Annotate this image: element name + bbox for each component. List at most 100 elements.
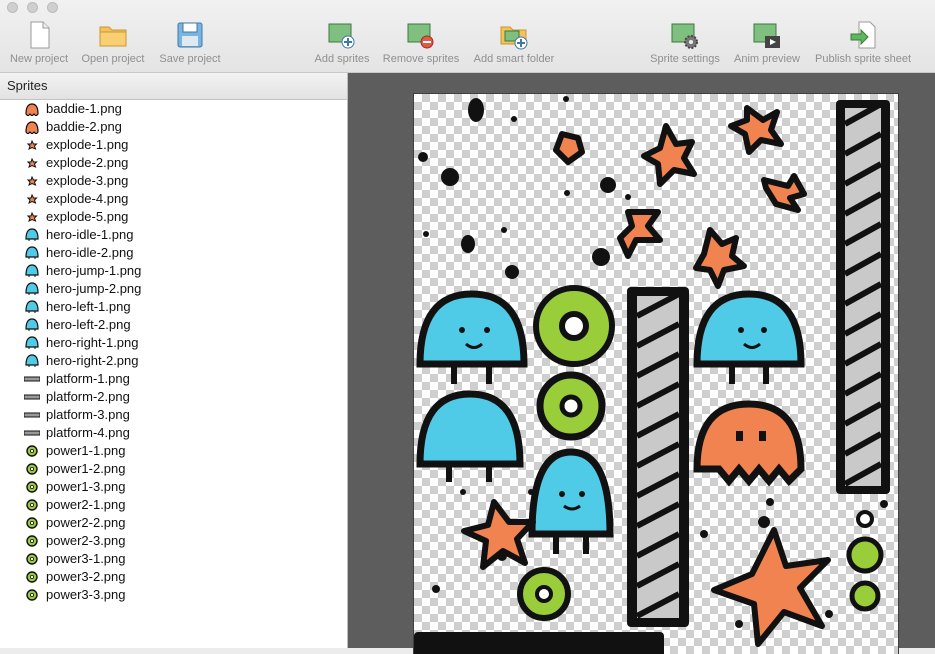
add-smart-folder-button[interactable]: Add smart folder [468,18,560,70]
sprite-filename: explode-3.png [46,173,129,188]
remove-sprites-label: Remove sprites [382,53,460,65]
sprite-list-item[interactable]: explode-3.png [0,172,347,190]
hero-sprite [693,290,805,384]
sprite-list-item[interactable]: hero-idle-2.png [0,244,347,262]
sprite-list-item[interactable]: power2-2.png [0,514,347,532]
power-sprite [846,510,884,612]
close-window-button[interactable] [7,2,18,13]
hero-icon [24,246,40,260]
sprite-list-item[interactable]: power1-3.png [0,478,347,496]
save-project-button[interactable]: Save project [154,18,226,70]
sprite-list-item[interactable]: explode-2.png [0,154,347,172]
platform-icon [23,426,41,440]
power-icon [24,498,40,512]
sprite-settings-label: Sprite settings [650,53,720,65]
explode-icon [24,210,40,224]
film-strip-icon [753,23,780,48]
sprite-filename: power1-1.png [46,443,126,458]
sprites-sidebar: Sprites baddie-1.png baddie-2.png explode-… [0,73,348,648]
sprite-filename: power2-3.png [46,533,126,548]
hero-sprite [528,448,614,554]
sprite-list-item[interactable]: power3-3.png [0,586,347,604]
sprite-list-item[interactable]: hero-right-1.png [0,334,347,352]
anim-preview-button[interactable]: Anim preview [729,18,805,70]
power-icon [24,570,40,584]
sprite-filename: power2-2.png [46,515,126,530]
sprite-list-item[interactable]: explode-1.png [0,136,347,154]
sprite-list-item[interactable]: hero-jump-2.png [0,280,347,298]
sprite-list-item[interactable]: hero-jump-1.png [0,262,347,280]
sprite-list-item[interactable]: hero-left-1.png [0,298,347,316]
sprite-filename: hero-jump-1.png [46,263,142,278]
sprite-list-item[interactable]: power3-1.png [0,550,347,568]
sprite-sheet-preview[interactable] [414,94,898,654]
hero-icon [24,318,40,332]
sprite-filename: explode-5.png [46,209,129,224]
sprite-list-item[interactable]: platform-2.png [0,388,347,406]
explode-icon [24,156,40,170]
sprite-list-item[interactable]: hero-right-2.png [0,352,347,370]
baddie-sprite [693,400,805,487]
sprite-list-item[interactable]: platform-3.png [0,406,347,424]
power-icon [24,480,40,494]
folder-icon [99,26,127,47]
explode-icon [24,138,40,152]
hero-sprite [416,290,528,384]
sprite-filename: platform-2.png [46,389,130,404]
baddie-icon [24,102,40,117]
power-icon [24,444,40,458]
platform-sprite [414,632,664,654]
power-sprite [533,285,615,367]
sprite-filename: platform-1.png [46,371,130,386]
sprite-list-item[interactable]: baddie-1.png [0,100,347,118]
sprite-filename: platform-3.png [46,407,130,422]
power-sprite [536,371,606,441]
sprite-filename: hero-left-1.png [46,299,131,314]
sprite-list-item[interactable]: baddie-2.png [0,118,347,136]
sprite-list-item[interactable]: explode-5.png [0,208,347,226]
publish-sprite-sheet-button[interactable]: Publish sprite sheet [808,18,918,70]
sprite-filename: explode-4.png [46,191,129,206]
new-project-button[interactable]: New project [5,18,73,70]
power-icon [24,588,40,602]
sprite-filename: power3-2.png [46,569,126,584]
sprite-filename: baddie-1.png [46,101,122,116]
sprite-list-item[interactable]: platform-4.png [0,424,347,442]
hero-icon [24,228,40,242]
remove-sprites-button[interactable]: Remove sprites [378,18,464,70]
new-project-label: New project [9,53,69,65]
sprite-list-item[interactable]: power2-1.png [0,496,347,514]
save-project-label: Save project [159,53,221,65]
sprite-list-item[interactable]: power1-1.png [0,442,347,460]
open-project-button[interactable]: Open project [77,18,149,70]
minimize-window-button[interactable] [27,2,38,13]
sprite-filename: explode-2.png [46,155,129,170]
zoom-window-button[interactable] [47,2,58,13]
sprite-list-item[interactable]: power3-2.png [0,568,347,586]
hero-icon [24,336,40,350]
sprite-filename: hero-idle-2.png [46,245,134,260]
sprite-filename: power3-1.png [46,551,126,566]
hero-icon [24,300,40,314]
sprite-filename: explode-1.png [46,137,129,152]
power-icon [24,516,40,530]
sprites-header: Sprites [0,73,347,100]
baddie-icon [24,120,40,135]
sprite-list-item[interactable]: power1-2.png [0,460,347,478]
publish-sprite-sheet-label: Publish sprite sheet [815,53,911,65]
sprite-list-item[interactable]: platform-1.png [0,370,347,388]
power-icon [24,462,40,476]
sprite-filename: baddie-2.png [46,119,122,134]
sprite-list-item[interactable]: hero-idle-1.png [0,226,347,244]
hero-icon [24,264,40,278]
sprite-filename: hero-right-1.png [46,335,139,350]
platform-icon [23,408,41,422]
sprite-sheet-canvas-area[interactable] [348,73,935,654]
add-sprites-button[interactable]: Add sprites [308,18,376,70]
sprite-settings-button[interactable]: Sprite settings [645,18,725,70]
sprite-list-item[interactable]: hero-left-2.png [0,316,347,334]
settings-gear-icon [671,23,698,49]
hero-sprite [416,390,524,482]
sprite-list-item[interactable]: power2-3.png [0,532,347,550]
sprite-list-item[interactable]: explode-4.png [0,190,347,208]
